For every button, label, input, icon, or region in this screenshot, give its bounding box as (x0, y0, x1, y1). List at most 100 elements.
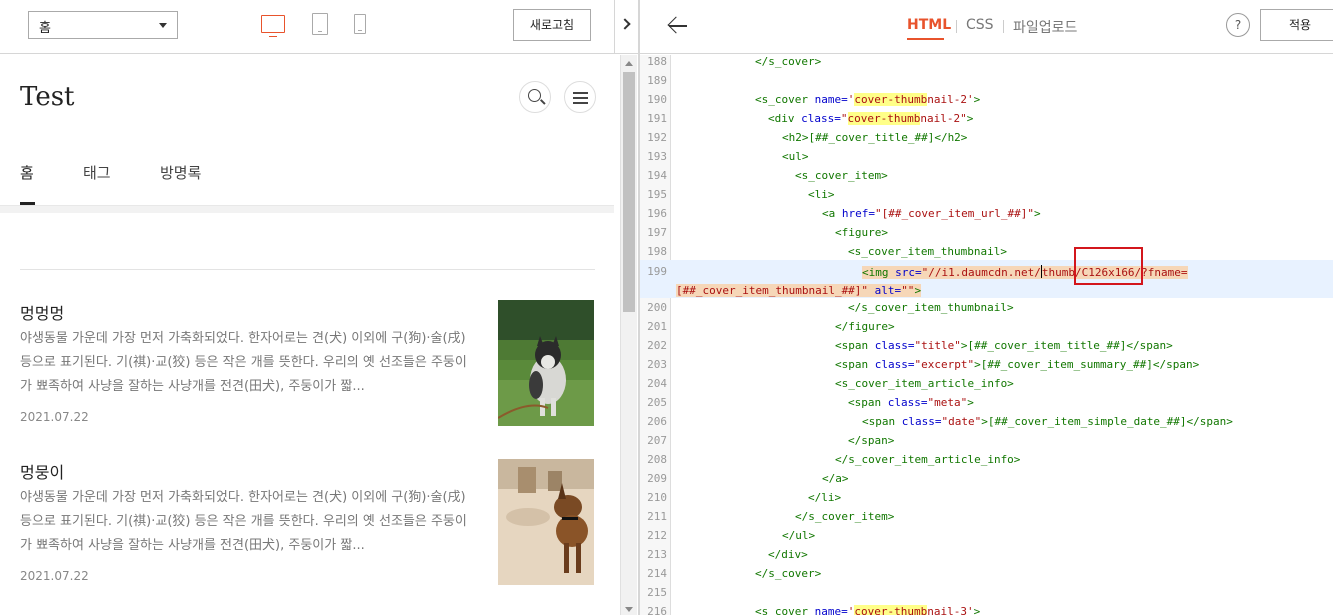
search-icon-handle (540, 99, 546, 105)
line-number: 210 (647, 491, 667, 504)
code-line[interactable]: 211 </s_cover_item> (640, 510, 1333, 529)
chevron-right-icon (619, 18, 631, 30)
code-line[interactable]: 205 <span class="meta"> (640, 396, 1333, 415)
line-number: 189 (647, 74, 667, 87)
dog-husky-image (498, 300, 594, 426)
line-number: 188 (647, 55, 667, 68)
code-line[interactable]: 197 <figure> (640, 226, 1333, 245)
code-text: <span (862, 415, 902, 428)
nav-guestbook[interactable]: 방명록 (160, 162, 201, 183)
code-line[interactable]: 216 <s_cover name='cover-thumbnail-3'> (640, 605, 1333, 615)
scrollbar-thumb[interactable] (623, 72, 635, 312)
blog-title[interactable]: Test (20, 82, 75, 112)
code-text: href= (841, 207, 875, 220)
post-item[interactable]: 멍멍멍 야생동물 가운데 가장 먼저 가축화되었다. 한자어로는 견(犬) 이외… (20, 300, 594, 430)
code-line[interactable]: 209 </a> (640, 472, 1333, 491)
code-line[interactable]: 204 <s_cover_item_article_info> (640, 377, 1333, 396)
preview-scrollbar[interactable] (620, 55, 637, 615)
code-text: <span (835, 339, 875, 352)
code-line[interactable]: 213 </div> (640, 548, 1333, 567)
line-number: 202 (647, 339, 667, 352)
code-line[interactable]: 195 <li> (640, 188, 1333, 207)
tab-html[interactable]: HTML (907, 17, 951, 33)
search-button[interactable] (519, 81, 551, 113)
code-line[interactable]: 188 </s_cover> (640, 55, 1333, 74)
line-number: 204 (647, 377, 667, 390)
post-title[interactable]: 멍뭉이 (20, 459, 64, 483)
code-text: "" (901, 284, 915, 297)
code-text: </a> (822, 472, 849, 485)
line-number: 203 (647, 358, 667, 371)
code-line[interactable]: 208 </s_cover_item_article_info> (640, 453, 1333, 472)
back-arrow-icon[interactable] (667, 15, 689, 37)
code-line[interactable]: 189 (640, 74, 1333, 93)
refresh-button[interactable]: 새로고침 (513, 9, 591, 41)
line-number: 199 (647, 265, 667, 278)
code-text: </s_cover> (755, 55, 822, 68)
menu-button[interactable] (564, 81, 596, 113)
line-number: 200 (647, 301, 667, 314)
mobile-view-icon[interactable] (354, 14, 366, 34)
code-text: <ul> (782, 150, 809, 163)
code-line[interactable]: 192 <h2>[##_cover_title_##]</h2> (640, 131, 1333, 150)
collapse-preview-button[interactable] (614, 0, 638, 54)
code-text: <div (768, 112, 802, 125)
content-divider (20, 269, 595, 270)
line-number: 196 (647, 207, 667, 220)
dog-brown-image (498, 459, 594, 585)
line-number: 201 (647, 320, 667, 333)
code-line[interactable]: 202 <span class="title">[##_cover_item_ti… (640, 339, 1333, 358)
search-match: cover-thumb (854, 93, 928, 106)
annotation-highlight-box (1074, 247, 1143, 285)
code-line[interactable]: 191 <div class="cover-thumbnail-2"> (640, 112, 1333, 131)
code-text: > (914, 284, 922, 297)
apply-button[interactable]: 적용 (1260, 9, 1333, 41)
code-line[interactable]: 215 (640, 586, 1333, 605)
search-match: cover-thumb (854, 605, 928, 615)
line-number: 190 (647, 93, 667, 106)
code-text: </s_cover> (755, 567, 822, 580)
code-text: <s_cover_item_thumbnail> (848, 245, 1007, 258)
nav-tags[interactable]: 태그 (83, 162, 111, 183)
arrow-head (667, 16, 685, 34)
code-line[interactable]: 207 </span> (640, 434, 1333, 453)
post-thumbnail[interactable] (498, 459, 594, 585)
help-button[interactable]: ? (1226, 13, 1250, 37)
post-item[interactable]: 멍뭉이 야생동물 가운데 가장 먼저 가축화되었다. 한자어로는 견(犬) 이외… (20, 459, 594, 589)
code-line[interactable]: 201 </figure> (640, 320, 1333, 339)
tab-separator (956, 20, 957, 33)
code-text: "title" (914, 339, 961, 352)
code-line-active[interactable]: 199 <img src="//i1.daumcdn.net/thumb/C12… (640, 260, 1333, 298)
code-line[interactable]: 210 </li> (640, 491, 1333, 510)
nav-home[interactable]: 홈 (20, 162, 34, 183)
tablet-view-icon[interactable] (312, 13, 328, 35)
blog-preview: Test 홈 태그 방명록 멍멍멍 야생동물 가운데 가장 먼저 가축화되었다.… (0, 55, 620, 615)
scroll-up-icon[interactable] (625, 61, 633, 66)
page-select-dropdown[interactable]: 홈 (28, 11, 178, 39)
post-title[interactable]: 멍멍멍 (20, 300, 64, 324)
code-line[interactable]: 206 <span class="date">[##_cover_item_sim… (640, 415, 1333, 434)
code-text: class= (901, 415, 942, 428)
code-line[interactable]: 193 <ul> (640, 150, 1333, 169)
code-line[interactable]: 190 <s_cover name='cover-thumbnail-2'> (640, 93, 1333, 112)
tab-css[interactable]: CSS (966, 17, 994, 33)
code-editor[interactable]: 188 </s_cover> 189 190 <s_cover name='cove… (640, 55, 1333, 615)
code-text: > (973, 605, 981, 615)
desktop-view-icon[interactable] (261, 15, 285, 37)
post-date: 2021.07.22 (20, 410, 89, 424)
code-text: "//i1.daumcdn.net/ (921, 266, 1041, 279)
code-line[interactable]: 196 <a href="[##_cover_item_url_##]"> (640, 207, 1333, 226)
line-number: 212 (647, 529, 667, 542)
line-number: 208 (647, 453, 667, 466)
post-thumbnail[interactable] (498, 300, 594, 426)
code-line[interactable]: 200 </s_cover_item_thumbnail> (640, 301, 1333, 320)
tab-file-upload[interactable]: 파일업로드 (1013, 17, 1077, 37)
scroll-down-icon[interactable] (625, 607, 633, 612)
code-line[interactable]: 214 </s_cover> (640, 567, 1333, 586)
code-line[interactable]: 194 <s_cover_item> (640, 169, 1333, 188)
code-text: <s_cover_item_article_info> (835, 377, 1014, 390)
code-line[interactable]: 212 </ul> (640, 529, 1333, 548)
code-text: nail-2" (920, 112, 967, 125)
code-line[interactable]: 203 <span class="excerpt">[##_cover_item_… (640, 358, 1333, 377)
code-text: <h2>[##_cover_title_##]</h2> (782, 131, 968, 144)
